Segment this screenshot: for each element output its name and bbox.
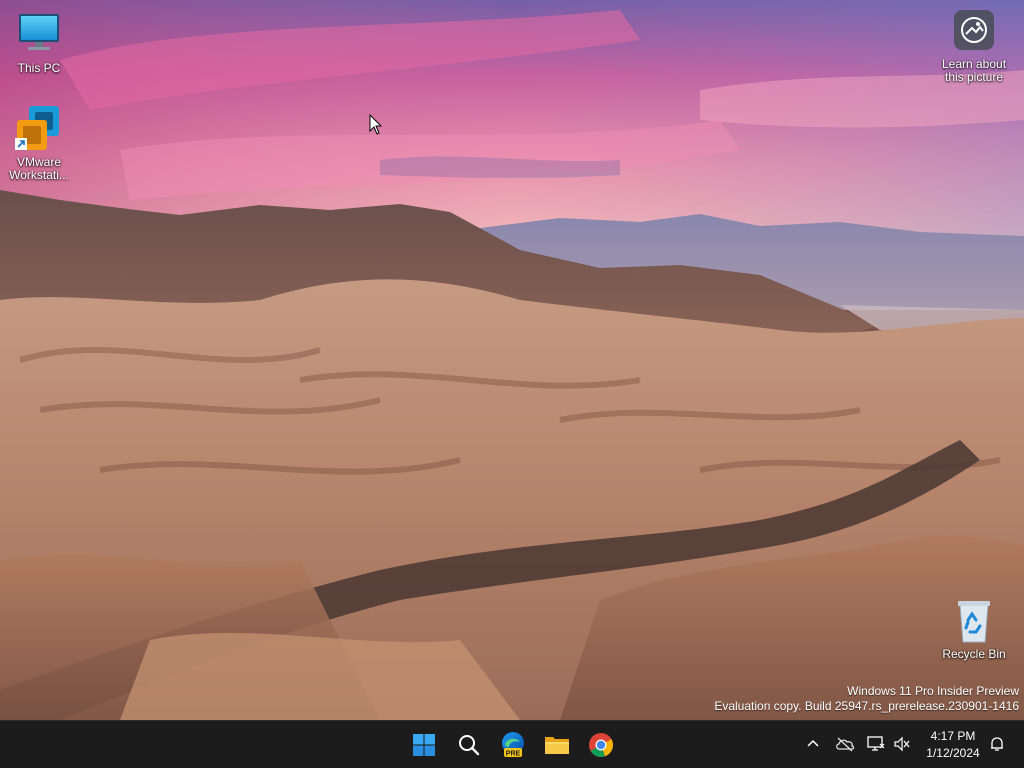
- desktop-icon-recycle-bin[interactable]: Recycle Bin: [936, 596, 1012, 661]
- chevron-up-icon: [807, 739, 819, 747]
- notifications-button[interactable]: [986, 733, 1008, 755]
- onedrive-button[interactable]: [834, 733, 856, 755]
- recycle-bin-icon: [950, 596, 998, 644]
- clock[interactable]: 4:17 PM 1/12/2024: [920, 728, 986, 762]
- volume-button[interactable]: [891, 733, 913, 755]
- wallpaper-image: [0, 0, 1024, 720]
- desktop[interactable]: This PC VMware Workstati... Learn about …: [0, 0, 1024, 720]
- learn-about-picture-icon: [954, 10, 994, 50]
- desktop-icon-learn-about-picture[interactable]: Learn about this picture: [936, 10, 1012, 84]
- file-explorer-icon: [545, 737, 569, 754]
- desktop-icon-this-pc[interactable]: This PC: [1, 10, 77, 75]
- onedrive-offline-icon: [836, 737, 855, 752]
- desktop-icon-vmware[interactable]: VMware Workstati...: [1, 104, 77, 182]
- chrome-icon: [589, 733, 613, 757]
- desktop-icon-label: Learn about this picture: [941, 57, 1007, 84]
- notification-bell-icon: [991, 737, 1003, 751]
- network-icon: [867, 736, 885, 751]
- watermark-edition: Windows 11 Pro Insider Preview: [847, 684, 1019, 698]
- clock-date: 1/12/2024: [926, 746, 980, 760]
- volume-muted-icon: [894, 736, 910, 752]
- desktop-icon-label: This PC: [17, 61, 61, 75]
- edge-pre-badge: PRE: [506, 751, 521, 758]
- vmware-workstation-icon: [15, 104, 63, 152]
- edge-pre-button[interactable]: PRE: [495, 727, 531, 763]
- show-hidden-icons-button[interactable]: [802, 733, 824, 755]
- start-button[interactable]: [406, 727, 442, 763]
- watermark-build: Evaluation copy. Build 25947.rs_prerelea…: [714, 699, 1019, 713]
- edge-pre-icon: PRE: [502, 732, 524, 758]
- windows-start-icon: [413, 734, 435, 756]
- chrome-button[interactable]: [583, 727, 619, 763]
- network-button[interactable]: [865, 733, 887, 755]
- mouse-cursor-icon: [369, 114, 383, 135]
- desktop-icon-label: Recycle Bin: [942, 647, 1006, 661]
- file-explorer-button[interactable]: [539, 727, 575, 763]
- evaluation-watermark: Windows 11 Pro Insider Preview Evaluatio…: [714, 684, 1019, 714]
- desktop-icon-label: VMware Workstati...: [9, 155, 69, 182]
- search-icon: [459, 735, 480, 756]
- this-pc-icon: [15, 10, 63, 58]
- clock-time: 4:17 PM: [930, 729, 976, 743]
- search-button[interactable]: [451, 727, 487, 763]
- taskbar: PRE 4:17 PM 1/12/2024: [0, 720, 1024, 768]
